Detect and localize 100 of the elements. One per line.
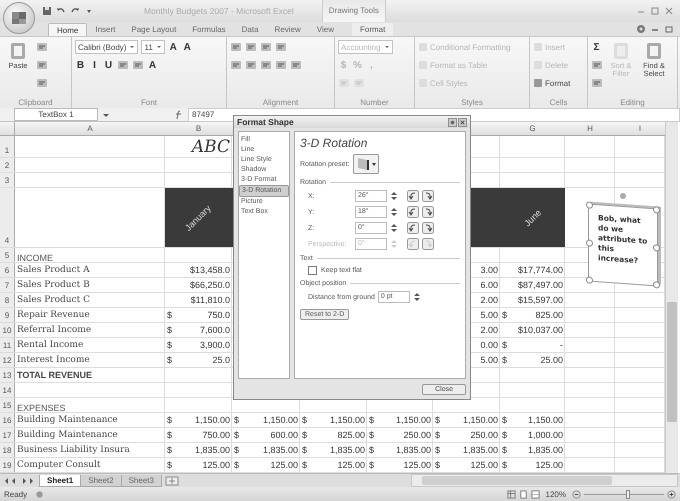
column-header[interactable]: I	[615, 122, 665, 135]
toolbar-button[interactable]: B	[75, 59, 86, 71]
toolbar-button[interactable]: A	[147, 59, 158, 71]
toolbar-button[interactable]: U	[103, 59, 114, 71]
row-number[interactable]: 7	[0, 278, 15, 292]
horizontal-scrollbar[interactable]	[411, 474, 678, 487]
toolbar-button[interactable]: A	[182, 41, 193, 53]
rotate-left-icon[interactable]	[407, 206, 419, 218]
ribbon-tab[interactable]: View	[308, 23, 342, 36]
row-number[interactable]: 16	[0, 413, 15, 427]
row-number[interactable]: 1	[0, 136, 15, 157]
row-number[interactable]: 6	[0, 263, 15, 277]
toolbar-icon[interactable]	[275, 41, 287, 53]
insert-sheet-icon[interactable]	[164, 476, 179, 486]
row-number[interactable]: 9	[0, 308, 15, 322]
vertical-scrollbar[interactable]	[665, 122, 678, 473]
row-number[interactable]: 19	[0, 458, 15, 472]
resize-handle[interactable]	[653, 206, 660, 214]
checkbox[interactable]	[308, 266, 317, 275]
page-break-view-icon[interactable]	[530, 490, 540, 498]
column-header[interactable]: A	[15, 122, 165, 135]
toolbar-icon[interactable]	[36, 41, 48, 53]
rotate-right-icon[interactable]	[422, 206, 434, 218]
zoom-out-icon[interactable]	[572, 490, 581, 498]
toolbar-icon[interactable]	[36, 59, 48, 71]
resize-handle[interactable]	[653, 281, 660, 289]
name-box[interactable]: TextBox 1	[14, 108, 98, 121]
toolbar-icon[interactable]	[591, 77, 603, 89]
row-number[interactable]: 3	[0, 173, 15, 187]
ribbon-tab[interactable]: Formulas	[184, 23, 234, 36]
dropdown-field[interactable]: Calibri (Body)	[75, 40, 138, 54]
row-number[interactable]: 15	[0, 398, 15, 412]
toolbar-icon[interactable]	[290, 59, 302, 71]
toolbar-icon[interactable]	[245, 41, 257, 53]
page-layout-view-icon[interactable]	[518, 490, 528, 498]
row-number[interactable]: 4	[0, 188, 15, 247]
row-number[interactable]: 13	[0, 368, 15, 382]
sheet-tab[interactable]: Sheet3	[120, 474, 162, 486]
normal-view-icon[interactable]	[506, 490, 516, 498]
help-icon[interactable]	[636, 24, 646, 34]
row-number[interactable]: 14	[0, 383, 15, 397]
currency-symbol: $	[435, 445, 440, 455]
save-icon[interactable]	[42, 6, 52, 16]
toolbar-button[interactable]: A	[168, 41, 179, 53]
row-number[interactable]: 12	[0, 353, 15, 367]
row-number[interactable]: 8	[0, 293, 15, 307]
row-number[interactable]: 5	[0, 248, 15, 262]
zoom-in-icon[interactable]	[667, 490, 676, 498]
sheet-tab[interactable]: Sheet1	[39, 474, 82, 486]
spinner-icon[interactable]	[390, 222, 398, 234]
ribbon-tab[interactable]: Data	[234, 23, 267, 36]
column-header[interactable]: B	[165, 122, 232, 135]
ribbon-tab[interactable]: Review	[266, 23, 309, 36]
toolbar-icon[interactable]	[132, 59, 144, 71]
currency-symbol: $	[302, 415, 308, 425]
ribbon-tab[interactable]: Page Layout	[123, 23, 184, 36]
toolbar-icon[interactable]	[36, 77, 48, 89]
rotate-right-icon[interactable]	[422, 190, 434, 202]
restore-icon[interactable]	[664, 24, 674, 34]
row-number[interactable]: 10	[0, 323, 15, 337]
toolbar-icon[interactable]	[275, 59, 287, 71]
spinner-icon[interactable]	[412, 291, 421, 303]
spinner-icon[interactable]	[390, 190, 398, 202]
rotate-left-icon[interactable]	[407, 222, 419, 234]
resize-handle[interactable]	[653, 244, 660, 252]
command-button[interactable]: Format	[533, 77, 570, 89]
column-header[interactable]: H	[565, 122, 615, 135]
sheet-navigation-icon[interactable]	[4, 476, 34, 484]
toolbar-icon[interactable]	[591, 59, 603, 71]
caret-icon	[129, 44, 136, 50]
close-icon[interactable]	[458, 118, 467, 126]
toolbar-button[interactable]: I	[89, 59, 100, 71]
help-icon[interactable]	[448, 118, 457, 126]
function-icon[interactable]	[174, 110, 184, 120]
row-number[interactable]: 18	[0, 443, 15, 457]
ribbon-tab[interactable]: Format	[352, 23, 394, 36]
toolbar-icon[interactable]	[260, 41, 272, 53]
table-cell-text: 6.00	[479, 279, 499, 292]
sheet-tab[interactable]: Sheet2	[80, 474, 122, 486]
row-number[interactable]: 17	[0, 428, 15, 442]
column-header[interactable]: G	[500, 122, 565, 135]
ribbon-tab[interactable]: Insert	[87, 23, 124, 36]
row-number[interactable]: 11	[0, 338, 15, 352]
cell-value: 1,835.00	[194, 445, 230, 455]
spinner-icon[interactable]	[390, 206, 398, 218]
toolbar-icon[interactable]	[245, 59, 257, 71]
toolbar-icon[interactable]	[230, 41, 242, 53]
ribbon-tab[interactable]: Home	[48, 23, 88, 36]
rotate-left-icon[interactable]	[407, 190, 419, 202]
preset-dropdown[interactable]	[353, 154, 380, 174]
zoom-slider-thumb[interactable]	[626, 490, 630, 498]
toolbar-icon[interactable]	[117, 59, 129, 71]
toolbar-button[interactable]: Σ	[591, 41, 602, 53]
dropdown-field[interactable]: 11	[141, 40, 165, 54]
rotate-right-icon[interactable]	[422, 222, 434, 234]
toolbar-icon[interactable]	[260, 59, 272, 71]
row-number[interactable]: 2	[0, 158, 15, 172]
toolbar-icon[interactable]	[230, 59, 242, 71]
zoom-level[interactable]: 120%	[546, 490, 566, 498]
maximize-icon[interactable]	[650, 6, 660, 16]
